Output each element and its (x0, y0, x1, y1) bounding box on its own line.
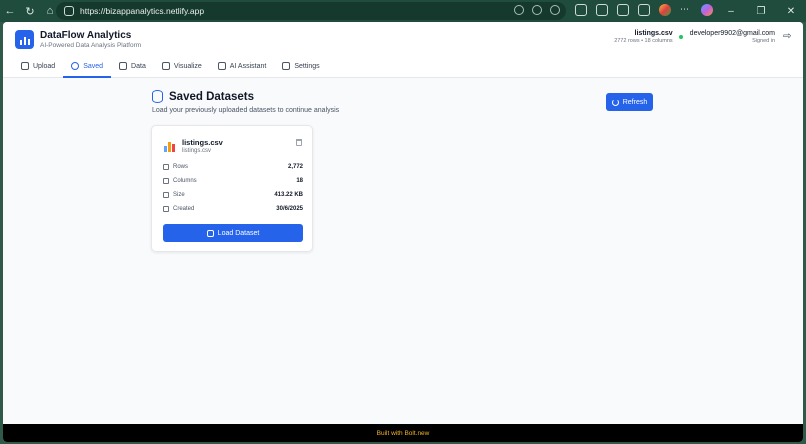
users-icon (163, 164, 169, 170)
stat-value: 2,772 (287, 164, 303, 170)
dataset-filename: listings.csv (182, 148, 212, 154)
app-header: DataFlow Analytics AI-Powered Data Analy… (3, 22, 803, 56)
download-icon (163, 192, 169, 198)
site-info-icon[interactable] (64, 6, 74, 16)
stat-label: Columns (173, 178, 197, 184)
stat-columns: Columns 18 (163, 176, 303, 186)
main-tabs: Upload Saved Data Visualize AI Assistant… (3, 56, 803, 78)
tab-visualize[interactable]: Visualize (154, 56, 210, 78)
app-window: DataFlow Analytics AI-Powered Data Analy… (3, 22, 803, 442)
tab-label: AI Assistant (229, 62, 267, 70)
database-icon (119, 62, 128, 70)
restore-icon[interactable]: ❐ (746, 0, 776, 22)
dataset-card: listings.csv listings.csv Rows 2,772 Col… (151, 125, 313, 252)
collections-icon[interactable] (638, 4, 650, 16)
tab-saved[interactable]: Saved (63, 56, 112, 78)
user-status: Signed in (752, 38, 775, 44)
stat-value: 18 (296, 178, 303, 184)
page-title: Saved Datasets (169, 90, 255, 103)
stat-label: Size (173, 192, 185, 198)
current-dataset-meta: 2772 rows • 18 columns (614, 38, 673, 44)
bar-chart-file-icon (164, 141, 175, 152)
key-icon[interactable] (514, 5, 524, 15)
tab-label: Visualize (173, 62, 202, 70)
stat-label: Created (173, 206, 195, 212)
footer-bar: Built with Bolt.new (3, 424, 803, 442)
reload-icon[interactable]: ↻ (20, 1, 40, 21)
load-dataset-button[interactable]: Load Dataset (163, 224, 303, 242)
more-icon[interactable]: ⋯ (680, 4, 692, 16)
bot-icon (217, 62, 226, 70)
app-title: DataFlow Analytics (40, 29, 132, 41)
dataset-name: listings.csv (182, 138, 223, 147)
tab-label: Saved (83, 62, 104, 70)
refresh-button[interactable]: Refresh (606, 93, 653, 111)
online-status-dot (678, 35, 683, 39)
close-icon[interactable]: ✕ (776, 0, 806, 22)
app-subtitle: AI-Powered Data Analysis Platform (40, 41, 142, 49)
database-icon (206, 229, 214, 237)
extension-avatar-icon[interactable] (659, 4, 671, 16)
extensions-icon[interactable] (575, 4, 587, 16)
main-content: Saved Datasets Load your previously uplo… (3, 78, 803, 420)
footer-text[interactable]: Built with Bolt.new (377, 430, 430, 437)
address-bar[interactable]: https://bizappanalytics.netlify.app (56, 2, 566, 20)
tab-settings[interactable]: Settings (274, 56, 327, 78)
copilot-icon[interactable] (701, 4, 713, 16)
stat-value: 413.22 KB (274, 192, 303, 198)
trash-icon[interactable] (296, 139, 302, 146)
tab-data[interactable]: Data (111, 56, 154, 78)
calendar-icon (163, 206, 169, 212)
stat-label: Rows (173, 164, 189, 170)
back-icon[interactable]: ← (0, 1, 20, 21)
tab-label: Data (131, 62, 146, 70)
tab-upload[interactable]: Upload (13, 56, 63, 78)
zoom-icon[interactable] (532, 5, 542, 15)
user-email: developer9902@gmail.com (689, 30, 775, 37)
split-screen-icon[interactable] (596, 4, 608, 16)
current-dataset-name: listings.csv (634, 30, 673, 37)
address-text: https://bizappanalytics.netlify.app (80, 6, 205, 16)
browser-toolbar: ← ↻ ⌂ https://bizappanalytics.netlify.ap… (0, 0, 806, 22)
minimize-icon[interactable]: – (716, 0, 746, 22)
stat-rows: Rows 2,772 (163, 162, 303, 172)
gear-icon (282, 62, 291, 70)
refresh-icon (611, 98, 619, 106)
upload-icon (21, 62, 29, 70)
cloud-icon (71, 62, 80, 70)
load-dataset-label: Load Dataset (217, 229, 260, 237)
page-subtitle: Load your previously uploaded datasets t… (152, 107, 340, 114)
trending-up-icon (161, 62, 170, 70)
stat-value: 30/6/2025 (276, 206, 303, 212)
stat-created: Created 30/6/2025 (163, 204, 303, 214)
bar-chart-logo-icon (15, 29, 34, 49)
stat-size: Size 413.22 KB (163, 190, 303, 200)
history-icon[interactable] (617, 4, 629, 16)
tab-label: Settings (294, 62, 320, 70)
logout-icon[interactable]: ⇨ (783, 32, 793, 42)
file-text-icon (163, 178, 169, 184)
tab-label: Upload (33, 62, 56, 70)
tab-ai-assistant[interactable]: AI Assistant (210, 56, 275, 78)
refresh-label: Refresh (622, 98, 648, 106)
favorite-star-icon[interactable] (550, 5, 560, 15)
database-icon (152, 90, 163, 103)
